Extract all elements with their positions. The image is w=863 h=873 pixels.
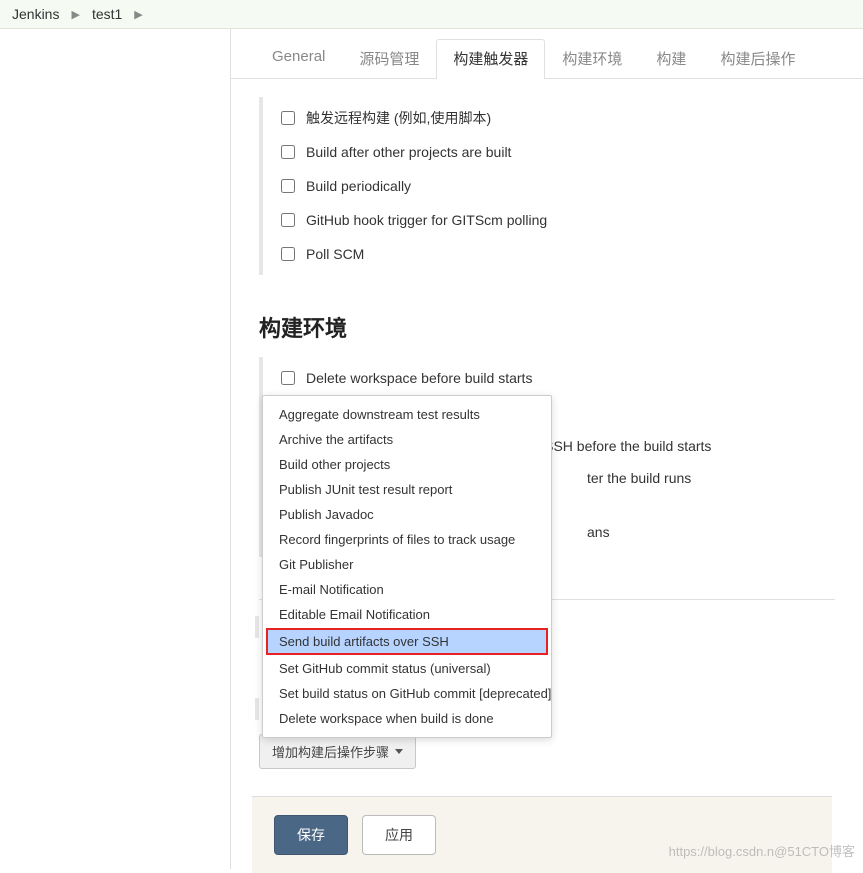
menu-item[interactable]: Git Publisher [263,552,551,577]
trigger-poll-label: Poll SCM [306,246,364,262]
trigger-after-label: Build after other projects are built [306,144,511,160]
menu-item[interactable]: Publish Javadoc [263,502,551,527]
chevron-right-icon: ▶ [126,8,150,21]
trigger-github-hook[interactable]: GitHub hook trigger for GITScm polling [277,203,835,237]
apply-button[interactable]: 应用 [362,815,436,855]
trigger-remote-checkbox[interactable] [281,111,295,125]
env-delete-workspace[interactable]: Delete workspace before build starts [277,361,835,395]
add-step-label: 增加构建后操作步骤 [272,742,389,761]
trigger-after-projects[interactable]: Build after other projects are built [277,135,835,169]
menu-item[interactable]: Editable Email Notification [263,602,551,627]
env-delete-ws-checkbox[interactable] [281,371,295,385]
footer-actions: 保存 应用 [252,796,832,873]
chevron-right-icon: ▶ [63,8,87,21]
trigger-remote-label: 触发远程构建 (例如,使用脚本) [306,108,491,128]
trigger-periodic-checkbox[interactable] [281,179,295,193]
config-tabs: General 源码管理 构建触发器 构建环境 构建 构建后操作 [231,29,863,79]
tab-build-triggers[interactable]: 构建触发器 [436,39,545,79]
trigger-periodic-label: Build periodically [306,178,411,194]
trigger-remote-build[interactable]: 触发远程构建 (例如,使用脚本) [277,101,835,135]
menu-item[interactable]: Publish JUnit test result report [263,477,551,502]
env-ssh-after-tail: ter the build runs [587,470,691,486]
menu-item[interactable]: Build other projects [263,452,551,477]
build-triggers-block: 触发远程构建 (例如,使用脚本) Build after other proje… [259,97,835,275]
caret-down-icon [395,749,403,754]
env-ans-tail: ans [587,524,610,540]
breadcrumb-root[interactable]: Jenkins [12,6,59,22]
menu-item[interactable]: Delete workspace when build is done [263,706,551,731]
breadcrumb-item[interactable]: test1 [92,6,122,22]
trigger-github-checkbox[interactable] [281,213,295,227]
post-build-actions-menu[interactable]: Aggregate downstream test resultsArchive… [262,395,552,738]
trigger-after-checkbox[interactable] [281,145,295,159]
menu-item[interactable]: Archive the artifacts [263,427,551,452]
trigger-periodically[interactable]: Build periodically [277,169,835,203]
menu-item[interactable]: Set GitHub commit status (universal) [263,656,551,681]
tab-build[interactable]: 构建 [639,39,703,79]
add-post-build-step-button[interactable]: 增加构建后操作步骤 [259,734,416,769]
trigger-poll-checkbox[interactable] [281,247,295,261]
menu-item[interactable]: Set build status on GitHub commit [depre… [263,681,551,706]
menu-item[interactable]: Aggregate downstream test results [263,402,551,427]
trigger-github-label: GitHub hook trigger for GITScm polling [306,212,547,228]
menu-item[interactable]: Send build artifacts over SSH [266,628,548,655]
trigger-poll-scm[interactable]: Poll SCM [277,237,835,271]
menu-item[interactable]: E-mail Notification [263,577,551,602]
tab-general[interactable]: General [255,39,342,79]
save-button[interactable]: 保存 [274,815,348,855]
sidebar-placeholder [0,29,230,869]
breadcrumb: Jenkins ▶ test1 ▶ [0,0,863,29]
tab-build-env[interactable]: 构建环境 [545,39,639,79]
menu-item[interactable]: Record fingerprints of files to track us… [263,527,551,552]
tab-scm[interactable]: 源码管理 [342,39,436,79]
tab-post-build[interactable]: 构建后操作 [703,39,812,79]
build-env-title: 构建环境 [259,311,863,343]
watermark-text: https://blog.csdn.n@51CTO博客 [669,841,855,860]
env-delete-ws-label: Delete workspace before build starts [306,370,532,386]
